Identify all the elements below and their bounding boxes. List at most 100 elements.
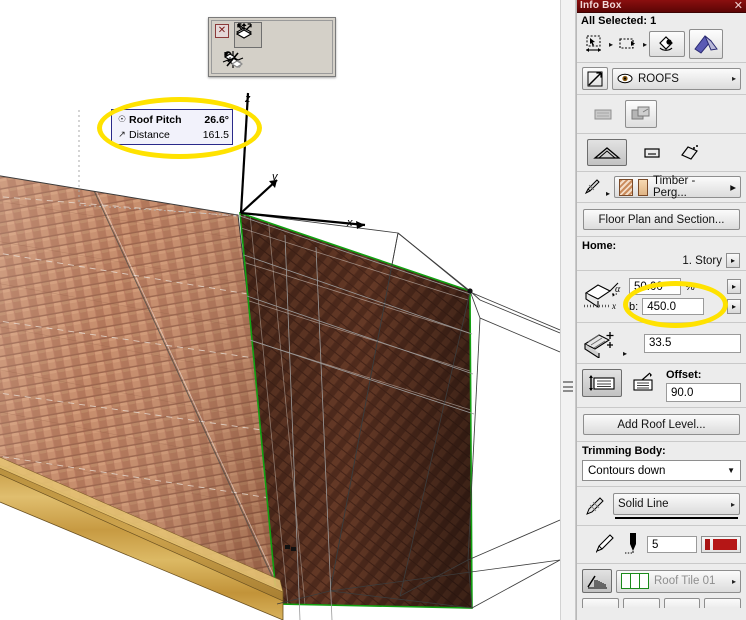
floor-plan-and-section-button[interactable]: Floor Plan and Section...	[583, 209, 740, 230]
tool-palette-row-1	[234, 22, 318, 48]
pivot-line-icon[interactable]	[582, 369, 622, 397]
multiply-tool-icon[interactable]	[235, 22, 318, 48]
y-axis-label: y	[272, 171, 278, 183]
pencil-icon[interactable]	[582, 176, 602, 198]
reference-line-icon[interactable]	[627, 369, 661, 397]
svg-text:x: x	[611, 301, 616, 311]
roof-pitch-input[interactable]: 50.00	[629, 278, 681, 295]
roof-thickness-icon: ▸	[582, 328, 640, 358]
flat-roof-icon[interactable]	[639, 142, 665, 164]
z-axis-label: z	[245, 93, 251, 105]
pencil-dropdown-icon[interactable]: ▸	[606, 189, 610, 198]
line-type-preview	[615, 517, 738, 519]
model-3d-viewport[interactable]: z y x ✕ ☉ Roof Pitch 26.6° ↗ Distance 16…	[0, 0, 560, 620]
hatch-swatch-icon	[619, 178, 633, 196]
roof-pitch-label: Roof Pitch	[129, 113, 182, 126]
selection-arrow-dropdown-icon[interactable]: ▸	[609, 40, 613, 49]
x-axis-label: x	[347, 217, 353, 229]
b-label: b:	[629, 300, 639, 313]
layer-name: ROOFS	[638, 72, 679, 85]
info-box-titlebar[interactable]: Info Box ✕	[577, 0, 746, 13]
info-box-panel: Info Box ✕ All Selected: 1 ▸ ▸ ROOFS ▸ ▸…	[576, 0, 746, 620]
tooltip-row-distance: ↗ Distance 161.5	[115, 127, 229, 142]
cover-fill-row: Roof Tile 01 ▸	[577, 564, 746, 598]
trimming-body-select[interactable]: Contours down ▼	[582, 460, 741, 481]
cover-fill-name: Roof Tile 01	[654, 575, 716, 587]
panel-splitter-handle[interactable]	[563, 381, 573, 392]
b-value-spinner[interactable]: ▸	[727, 299, 741, 314]
roof-element-icon[interactable]	[689, 29, 724, 59]
roof-pitch-value: 26.6°	[204, 113, 229, 126]
distance-label: Distance	[129, 128, 170, 141]
elevate-tool-icon[interactable]	[235, 22, 290, 48]
home-label: Home:	[582, 240, 617, 252]
rectangle-select-dropdown-icon[interactable]: ▸	[643, 40, 647, 49]
pen-weight-row: 5	[577, 526, 746, 564]
pen-color-swatch[interactable]	[701, 536, 741, 553]
rectangle-select-icon[interactable]	[615, 32, 641, 56]
copy-tool-icon[interactable]	[223, 49, 334, 75]
material-combo[interactable]: Timber - Perg... ▸	[614, 175, 741, 199]
roof-pitch-spinner[interactable]: ▸	[727, 279, 741, 294]
distance-value: 161.5	[202, 128, 229, 141]
floating-tool-palette[interactable]: ✕	[208, 17, 336, 77]
offset-input[interactable]: 90.0	[666, 383, 741, 402]
chevron-down-icon[interactable]: ▼	[727, 466, 735, 475]
rotated-roof-icon[interactable]	[677, 141, 703, 165]
magic-wand-icon[interactable]	[582, 67, 608, 90]
cover-fill-dropdown-icon[interactable]: ▸	[732, 577, 736, 586]
hatch-pattern-icon[interactable]	[582, 569, 612, 593]
measurement-tooltip: ☉ Roof Pitch 26.6° ↗ Distance 161.5	[111, 109, 233, 145]
material-row: ▸ Timber - Perg... ▸	[577, 172, 746, 203]
layer-combo[interactable]: ROOFS ▸	[612, 67, 741, 90]
close-icon[interactable]: ✕	[734, 0, 743, 12]
plan-view-icon[interactable]	[589, 103, 617, 125]
distance-icon: ↗	[118, 129, 126, 139]
geometry-method-row	[577, 134, 746, 172]
roof-angle-icon: α x	[582, 275, 626, 318]
tooltip-row-roof-pitch: ☉ Roof Pitch 26.6°	[115, 112, 229, 127]
diagonal-pencil-icon	[593, 531, 621, 558]
partial-button-2[interactable]	[622, 598, 660, 608]
partial-button-4[interactable]	[704, 598, 741, 608]
view-toggle-row	[577, 95, 746, 134]
percent-unit-label: %	[685, 280, 695, 293]
line-type-combo[interactable]: Solid Line ▸	[613, 493, 740, 515]
home-story-row: Home: 1. Story ▸	[577, 237, 746, 271]
layered-view-icon[interactable]	[625, 100, 657, 128]
bottom-partial-row	[577, 598, 746, 608]
offset-label: Offset:	[666, 369, 702, 381]
partial-button-3[interactable]	[663, 598, 701, 608]
stretch-tool-icon[interactable]	[224, 49, 306, 75]
single-plane-roof-icon[interactable]	[587, 139, 627, 166]
trimming-body-value: Contours down	[588, 464, 666, 477]
line-pen-icon	[583, 494, 607, 518]
story-dropdown-icon[interactable]: ▸	[726, 253, 740, 268]
roof-pitch-row: α x 50.00 % ▸ b: 450.0 ▸	[577, 271, 746, 323]
mirror-tool-icon[interactable]	[224, 49, 278, 75]
roof-tile-swatch-icon	[621, 573, 649, 589]
layer-row: ROOFS ▸	[577, 63, 746, 95]
roof-pitch-icon: ☉	[117, 114, 127, 124]
trimming-body-row: Trimming Body: Contours down ▼	[577, 442, 746, 487]
pen-weight-input[interactable]: 5	[647, 536, 697, 553]
b-value-input[interactable]: 450.0	[642, 298, 705, 315]
panel-gutter	[560, 0, 576, 620]
partial-button-1[interactable]	[582, 598, 619, 608]
material-dropdown-icon[interactable]: ▸	[730, 180, 736, 194]
line-type-dropdown-icon[interactable]: ▸	[731, 500, 735, 509]
story-value: 1. Story	[682, 254, 722, 267]
paint-bucket-icon[interactable]	[649, 31, 686, 57]
selection-arrow-icon[interactable]	[581, 31, 607, 57]
palette-close-icon[interactable]: ✕	[215, 24, 229, 38]
eye-icon	[617, 73, 633, 84]
thickness-dropdown-icon[interactable]: ▸	[623, 349, 627, 358]
cover-fill-combo[interactable]: Roof Tile 01 ▸	[616, 569, 741, 593]
fill-swatch-icon	[637, 178, 648, 196]
layer-dropdown-icon[interactable]: ▸	[732, 74, 736, 83]
roof-thickness-row: ▸ 33.5	[577, 323, 746, 364]
add-roof-level-button[interactable]: Add Roof Level...	[583, 414, 740, 435]
roof-thickness-input[interactable]: 33.5	[644, 333, 741, 353]
pen-nib-icon	[625, 531, 643, 558]
floor-plan-row: Floor Plan and Section...	[577, 203, 746, 237]
